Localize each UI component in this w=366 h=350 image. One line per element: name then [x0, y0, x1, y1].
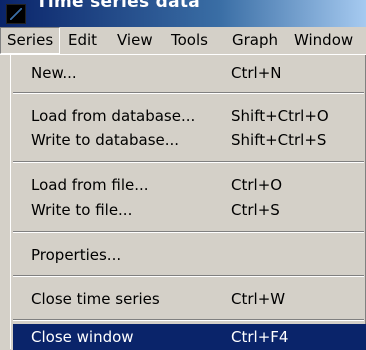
app-icon	[6, 4, 26, 24]
menu-item-new[interactable]: New... Ctrl+N	[13, 60, 366, 86]
menu-item-shortcut: Shift+Ctrl+S	[231, 131, 327, 149]
menu-separator	[13, 275, 364, 277]
menu-item-label: New...	[31, 64, 77, 82]
menu-separator	[13, 92, 364, 94]
menu-edit[interactable]: Edit	[62, 27, 103, 54]
menu-item-shortcut: Ctrl+S	[231, 201, 280, 219]
menu-bar: Series Edit View Tools Graph Window	[0, 27, 366, 55]
menu-graph[interactable]: Graph	[226, 27, 284, 54]
menu-series[interactable]: Series	[0, 27, 61, 54]
menu-separator	[13, 231, 364, 233]
window-title: Time series data	[36, 0, 201, 12]
menu-view[interactable]: View	[111, 27, 159, 54]
menu-separator	[13, 161, 364, 163]
menu-item-write-to-database[interactable]: Write to database... Shift+Ctrl+S	[13, 127, 366, 153]
menu-item-write-to-file[interactable]: Write to file... Ctrl+S	[13, 197, 366, 223]
menu-item-label: Write to file...	[31, 201, 133, 219]
menu-item-load-from-file[interactable]: Load from file... Ctrl+O	[13, 172, 366, 198]
menu-item-close-window[interactable]: Close window Ctrl+F4	[13, 324, 366, 350]
menu-item-load-from-database[interactable]: Load from database... Shift+Ctrl+O	[13, 103, 366, 129]
menu-item-shortcut: Shift+Ctrl+O	[231, 107, 329, 125]
menu-tools[interactable]: Tools	[165, 27, 214, 54]
menu-item-shortcut: Ctrl+F4	[231, 328, 289, 346]
series-dropdown-menu: New... Ctrl+N Load from database... Shif…	[10, 54, 366, 350]
menu-item-label: Load from file...	[31, 176, 149, 194]
menu-item-label: Close time series	[31, 290, 160, 308]
menu-separator	[13, 319, 364, 321]
menu-item-label: Load from database...	[31, 107, 196, 125]
title-bar: Time series data	[0, 0, 366, 27]
menu-window[interactable]: Window	[288, 27, 359, 54]
menu-item-label: Close window	[31, 328, 134, 346]
menu-item-properties[interactable]: Properties...	[13, 242, 366, 268]
menu-item-label: Properties...	[31, 246, 122, 264]
menu-item-close-time-series[interactable]: Close time series Ctrl+W	[13, 286, 366, 312]
menu-item-shortcut: Ctrl+O	[231, 176, 283, 194]
menu-item-label: Write to database...	[31, 131, 180, 149]
menu-item-shortcut: Ctrl+N	[231, 64, 282, 82]
menu-item-shortcut: Ctrl+W	[231, 290, 286, 308]
